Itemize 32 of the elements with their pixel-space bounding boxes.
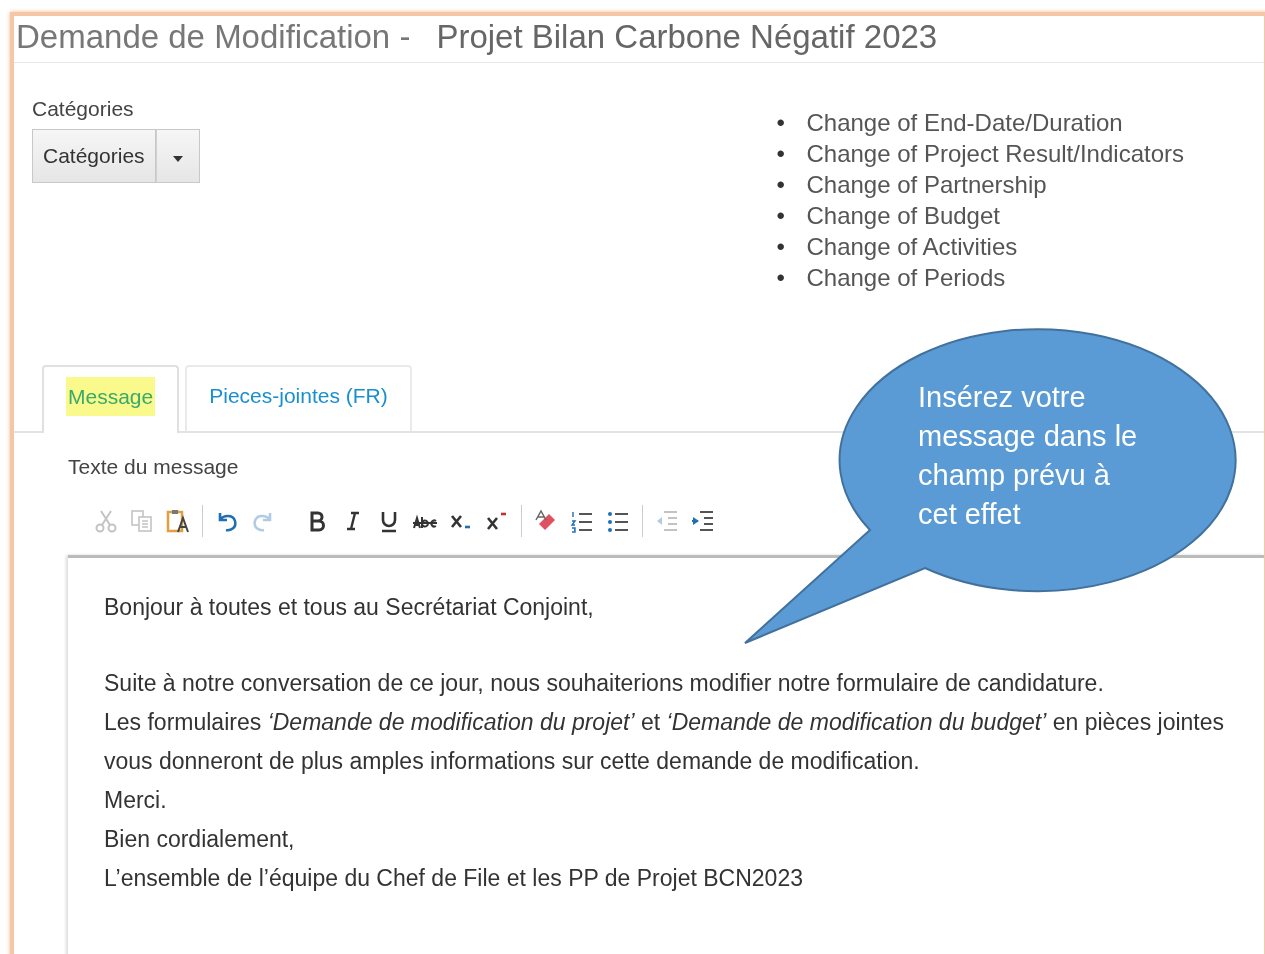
list-bullet: • bbox=[776, 201, 786, 230]
change-type-item: Change of Activities bbox=[806, 232, 1018, 261]
list-bullet: • bbox=[776, 108, 786, 137]
change-type-item: Change of End-Date/Duration bbox=[806, 108, 1123, 137]
list-bullet: • bbox=[776, 263, 786, 292]
caret-icon bbox=[171, 155, 184, 163]
dialog-title: Demande de Modification - bbox=[16, 18, 411, 56]
dropdown-toggle[interactable] bbox=[155, 129, 200, 183]
editor-label: Texte du message bbox=[68, 455, 239, 479]
message-paragraph: Bien cordialement, bbox=[104, 825, 296, 854]
cut-icon bbox=[93, 508, 119, 534]
categories-label: Catégories bbox=[32, 97, 135, 121]
change-type-item: Change of Budget bbox=[806, 201, 1000, 230]
paste-text-icon bbox=[165, 508, 191, 534]
indent-icon bbox=[690, 508, 716, 534]
copy-icon bbox=[129, 508, 155, 534]
list-bullet: • bbox=[776, 232, 786, 261]
tab[interactable]: Pieces-jointes (FR) bbox=[185, 365, 412, 431]
change-type-item: Change of Partnership bbox=[806, 170, 1047, 199]
change-type-item: Change of Periods bbox=[806, 263, 1006, 292]
list-bullet: • bbox=[776, 139, 786, 168]
message-paragraph: Suite à notre conversation de ce jour, nous souhaiterions modifier notre formulaire de candidature. bbox=[104, 669, 1105, 698]
list-bullet: • bbox=[776, 170, 786, 199]
project-name: Projet Bilan Carbone Négatif 2023 bbox=[436, 18, 938, 56]
categories-dropdown[interactable]: Catégories bbox=[32, 129, 156, 183]
message-paragraph: Merci. bbox=[104, 786, 168, 815]
message-paragraph: L’ensemble de l’équipe du Chef de File et les PP de Projet BCN2023 bbox=[104, 864, 804, 893]
message-paragraph: Les formulaires ‘Demande de modification du projet’ et ‘Demande de modification du budget’ en pièces jointes vous donneront de plus amples informations sur cette demande de modification. bbox=[104, 708, 1225, 776]
tab[interactable]: Message bbox=[42, 365, 180, 433]
message-paragraph: Bonjour à toutes et tous au Secrétariat Conjoint, bbox=[104, 593, 595, 622]
callout-text: Insérez votre message dans le champ prévu à cet effet bbox=[918, 380, 1139, 532]
change-type-item: Change of Project Result/Indicators bbox=[806, 139, 1184, 168]
